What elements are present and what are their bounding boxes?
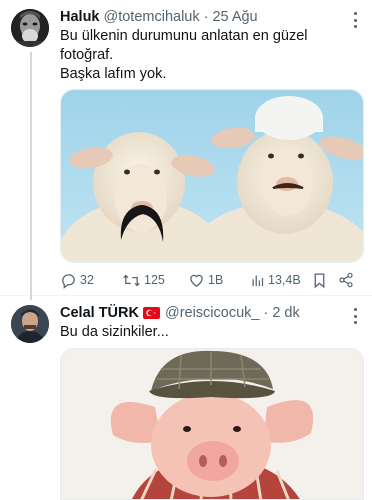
heart-icon bbox=[190, 274, 203, 287]
tweet-header: Haluk @totemcihaluk · 25 Ağu bbox=[60, 7, 362, 27]
separator-dot: · bbox=[203, 9, 209, 25]
tweet-image[interactable] bbox=[60, 89, 364, 263]
tweet-time[interactable]: 25 Ağu bbox=[212, 9, 257, 25]
retweet-count: 125 bbox=[144, 273, 165, 287]
author-handle[interactable]: @reiscicocuk_ bbox=[165, 305, 260, 321]
turkey-flag-icon bbox=[142, 307, 160, 319]
author-handle[interactable]: @totemcihaluk bbox=[104, 9, 200, 25]
tweet-text-line: Bu ülkenin durumunu anlatan en güzel bbox=[60, 28, 308, 44]
tweet-header: Celal TÜRK @reiscicocuk_ · 2 dk bbox=[60, 303, 362, 323]
author-name[interactable]: Celal TÜRK bbox=[60, 305, 139, 321]
share-button[interactable] bbox=[338, 272, 358, 288]
thread-line bbox=[30, 52, 32, 300]
reply-count: 32 bbox=[80, 273, 94, 287]
reply-button[interactable]: 32 bbox=[60, 272, 122, 289]
view-count: 13,4B bbox=[268, 273, 301, 287]
separator-dot: · bbox=[263, 305, 269, 321]
bookmark-button[interactable] bbox=[312, 272, 338, 289]
author-name[interactable]: Haluk bbox=[60, 9, 100, 25]
like-button[interactable]: 1B bbox=[188, 272, 250, 289]
tweet-2[interactable]: Celal TÜRK @reiscicocuk_ · 2 dk Bu da si… bbox=[0, 296, 372, 500]
reply-icon bbox=[62, 273, 75, 289]
tweet-text-line: fotoğraf. bbox=[60, 47, 114, 63]
tweet-1[interactable]: Haluk @totemcihaluk · 25 Ağu Bu ülkenin … bbox=[0, 0, 372, 300]
tweet-text-line: Bu da sizinkiler... bbox=[60, 324, 169, 340]
like-count: 1B bbox=[208, 273, 224, 287]
tweet-text-line: Başka lafım yok. bbox=[60, 66, 167, 82]
views-button[interactable]: 13,4B bbox=[250, 273, 312, 288]
tweet-image[interactable] bbox=[60, 348, 364, 500]
avatar[interactable] bbox=[11, 9, 49, 47]
retweet-icon bbox=[123, 274, 140, 286]
avatar[interactable] bbox=[11, 305, 49, 343]
bookmark-icon bbox=[314, 272, 325, 288]
more-options-icon[interactable] bbox=[354, 12, 358, 28]
tweet-text: Bu ülkenin durumunu anlatan en güzel fot… bbox=[60, 27, 358, 84]
retweet-button[interactable]: 125 bbox=[122, 272, 188, 289]
tweet-actions: 32 125 1B 13,4B bbox=[60, 270, 358, 290]
more-options-icon[interactable] bbox=[354, 308, 358, 324]
tweet-time[interactable]: 2 dk bbox=[272, 305, 299, 321]
tweet-text: Bu da sizinkiler... bbox=[60, 323, 358, 342]
share-icon bbox=[339, 272, 353, 288]
analytics-icon bbox=[252, 275, 264, 286]
